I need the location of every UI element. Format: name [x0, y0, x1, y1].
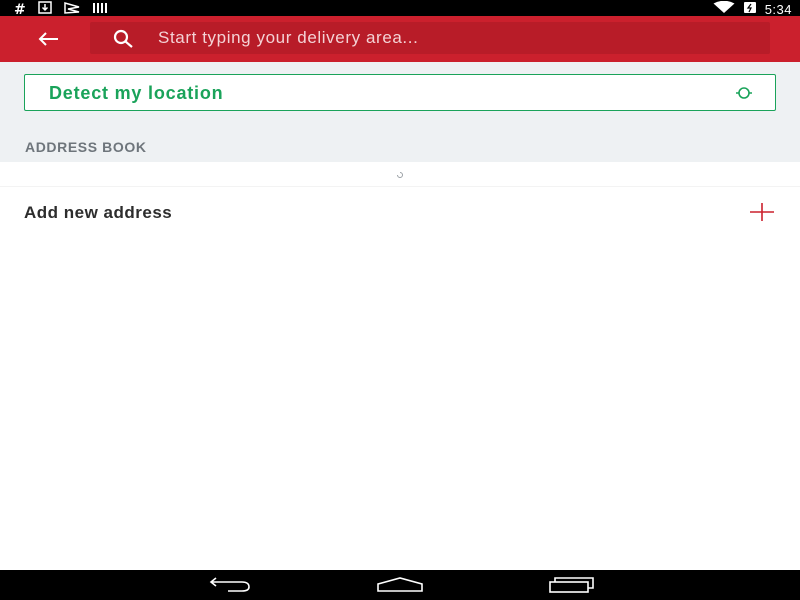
- add-new-address-label: Add new address: [24, 203, 173, 222]
- recents-nav-button[interactable]: [546, 574, 596, 596]
- location-options-section: Detect my location ADDRESS BOOK: [0, 62, 800, 162]
- clock-time: 5:34: [764, 2, 792, 17]
- address-list-loading: [0, 162, 800, 186]
- back-button[interactable]: [30, 24, 66, 54]
- location-target-icon: [736, 87, 752, 99]
- app-bar: [0, 16, 800, 62]
- address-book-heading: ADDRESS BOOK: [25, 139, 147, 155]
- home-nav-button[interactable]: [375, 574, 425, 596]
- system-navigation-bar: [0, 570, 800, 600]
- back-nav-button[interactable]: [204, 574, 254, 596]
- hashtag-icon: #: [14, 2, 26, 18]
- loading-spinner-icon: [397, 172, 403, 178]
- delivery-area-search-input[interactable]: [158, 25, 758, 51]
- add-new-address-row[interactable]: Add new address: [0, 187, 800, 237]
- search-icon: [113, 29, 133, 48]
- search-bar[interactable]: [90, 22, 770, 54]
- plus-icon: [750, 203, 774, 221]
- detect-location-button[interactable]: Detect my location: [24, 74, 776, 111]
- detect-location-label: Detect my location: [49, 83, 224, 103]
- home-nav-icon: [377, 577, 423, 592]
- status-bar: # 5:34: [0, 0, 800, 18]
- recents-nav-icon: [549, 577, 594, 593]
- arrow-left-icon: [38, 32, 58, 46]
- back-nav-icon: [209, 577, 250, 592]
